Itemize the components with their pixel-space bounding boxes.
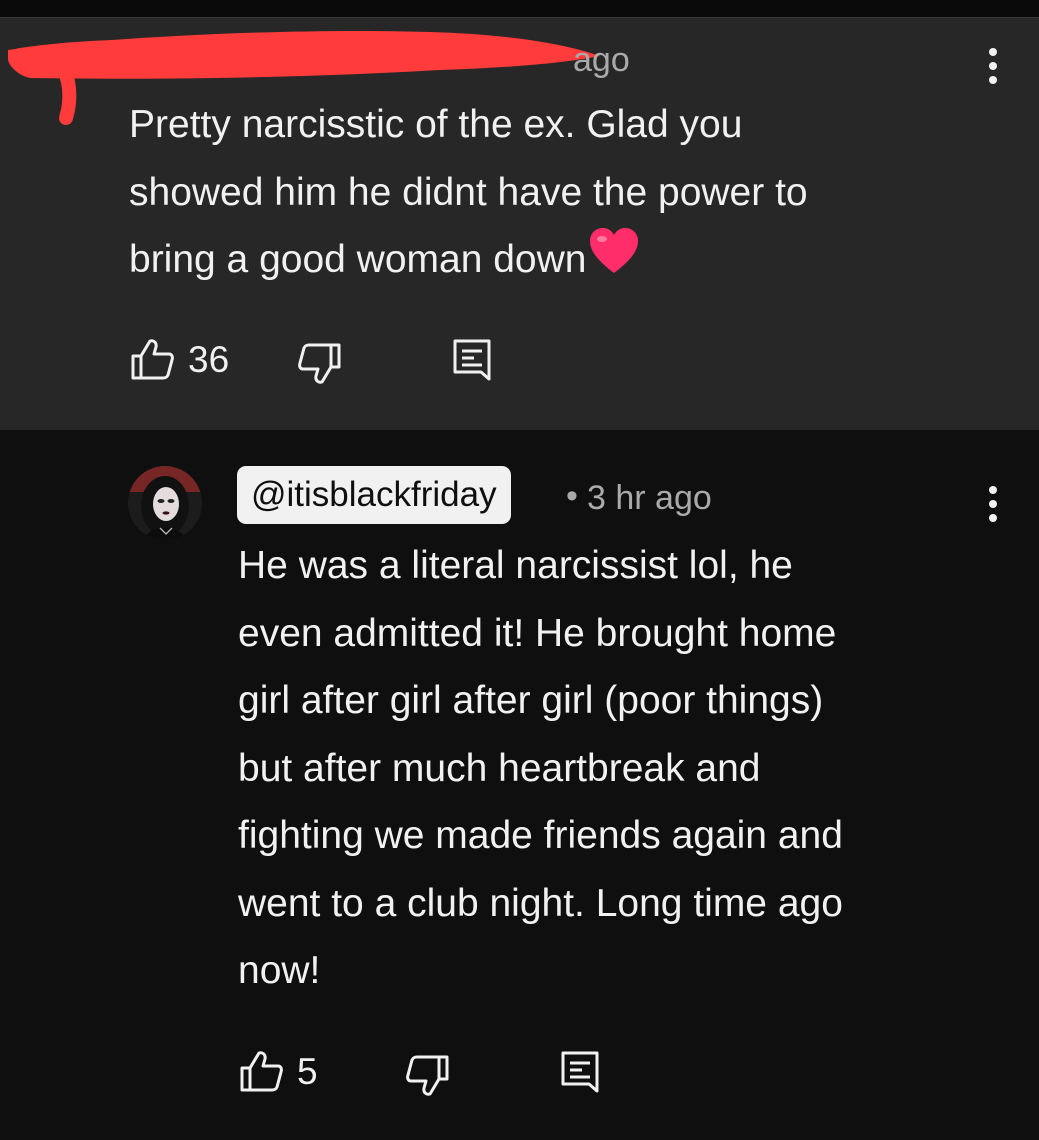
avatar[interactable] — [128, 466, 202, 540]
reply-button[interactable] — [560, 1050, 600, 1094]
thumbs-down-icon — [298, 343, 342, 385]
more-vertical-icon[interactable] — [988, 486, 998, 528]
comment-card-highlighted: ago Pretty narcisstic of the ex. Glad yo… — [0, 18, 1039, 430]
reply-button[interactable] — [452, 338, 492, 382]
reply-comment-icon — [452, 338, 492, 382]
like-button[interactable]: 36 — [130, 338, 229, 380]
channel-handle[interactable]: @itisblackfriday — [237, 466, 511, 524]
comment-text: Pretty narcisstic of the ex. Glad you sh… — [129, 91, 1009, 297]
comment-timestamp: 3 hr ago — [587, 479, 712, 517]
like-button[interactable]: 5 — [239, 1050, 318, 1092]
separator-dot: • — [566, 477, 578, 515]
like-count: 5 — [297, 1050, 318, 1092]
top-status-strip — [0, 0, 1039, 18]
reply-comment-icon — [560, 1050, 600, 1094]
comment-text: He was a literal narcissist lol, he even… — [238, 544, 843, 992]
dislike-button[interactable] — [298, 343, 342, 385]
heart-emoji-icon — [588, 227, 640, 297]
like-count: 36 — [188, 338, 230, 380]
thumbs-up-icon — [130, 338, 174, 380]
more-vertical-icon[interactable] — [988, 48, 998, 90]
comment-timestamp: ago — [573, 41, 630, 79]
comment-card: @itisblackfriday • 3 hr ago He was a lit… — [0, 430, 1039, 1140]
thumbs-up-icon — [239, 1050, 283, 1092]
dislike-button[interactable] — [406, 1055, 450, 1097]
thumbs-down-icon — [406, 1055, 450, 1097]
